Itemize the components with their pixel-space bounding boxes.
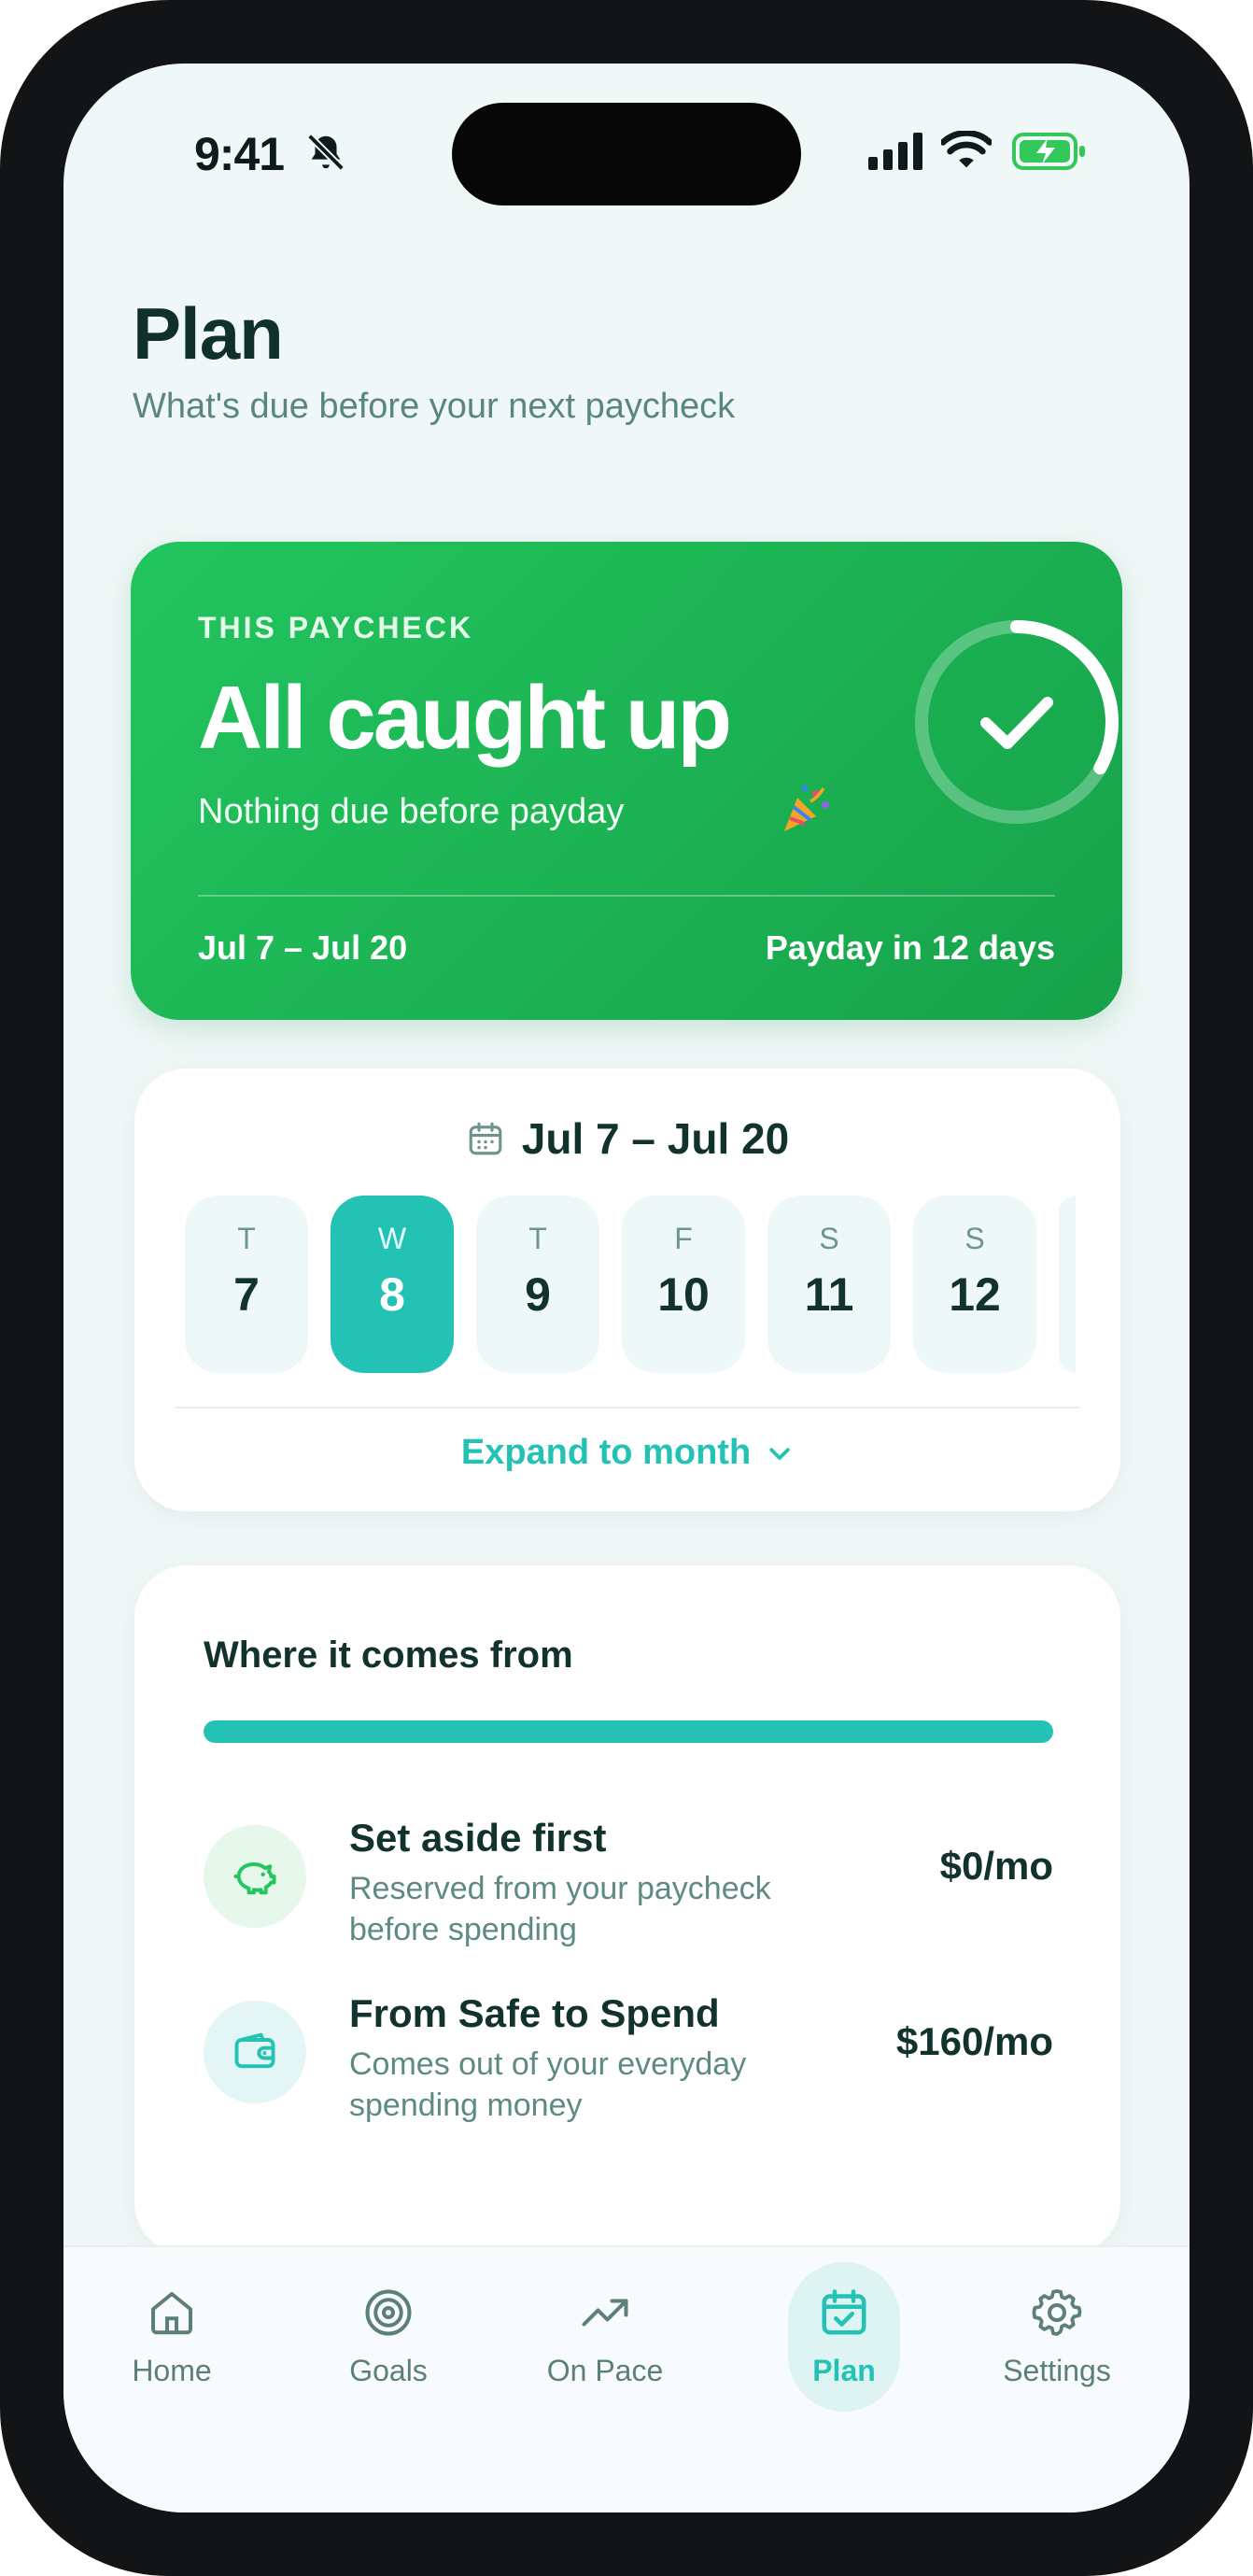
status-time: 9:41: [194, 128, 285, 180]
day-number: 7: [233, 1268, 260, 1321]
paycheck-eyebrow: THIS PAYCHECK: [198, 611, 474, 644]
hero-divider: [198, 895, 1055, 897]
funding-row-description: Comes out of your everyday spending mone…: [349, 2046, 747, 2123]
page-title: Plan: [133, 292, 284, 375]
day-chip-selected[interactable]: W 8: [331, 1196, 454, 1373]
party-popper-icon: [784, 785, 829, 831]
funding-row-safe-to-spend[interactable]: From Safe to Spend Comes out of your eve…: [204, 1991, 1053, 2141]
tab-label: Home: [132, 2354, 212, 2387]
tab-label: Settings: [1003, 2354, 1111, 2387]
day-number: 10: [657, 1268, 710, 1321]
tab-settings[interactable]: Settings: [973, 2247, 1141, 2406]
calendar-range: Jul 7 – Jul 20: [521, 1114, 790, 1163]
paycheck-status-card[interactable]: THIS PAYCHECK All caught up Nothing due …: [131, 542, 1122, 1020]
dynamic-island: [452, 103, 801, 205]
tab-label: Plan: [812, 2354, 876, 2387]
trend-up-icon: [582, 2299, 628, 2327]
screen: 9:41 Plan What's due before your next pa…: [63, 64, 1190, 2512]
day-chip[interactable]: S 11: [767, 1196, 891, 1373]
gear-icon: [1032, 2289, 1082, 2336]
funding-row-name: From Safe to Spend: [349, 1991, 720, 2035]
day-chip[interactable]: F 10: [622, 1196, 745, 1373]
day-chip[interactable]: T 9: [476, 1196, 599, 1373]
calendar-check-icon: [822, 2289, 866, 2335]
day-of-week: T: [237, 1222, 256, 1255]
day-of-week: F: [674, 1222, 693, 1255]
funding-row-description: Reserved from your paycheck before spend…: [349, 1871, 771, 1947]
day-number: 12: [949, 1268, 1001, 1321]
paycheck-progress-ring: [915, 620, 1119, 824]
chevron-down-icon: [769, 1447, 790, 1460]
page-subtitle: What's due before your next paycheck: [133, 387, 736, 426]
day-of-week: S: [964, 1222, 985, 1255]
wallet-icon: [204, 2001, 306, 2103]
day-strip[interactable]: T 7 W 8 T 9 F 10 S 11 S 12: [185, 1196, 1076, 1373]
tab-goals[interactable]: Goals: [304, 2247, 472, 2406]
tab-bar: Home Goals On Pace Plan Settings: [63, 2245, 1190, 2512]
funding-source-bar: [204, 1720, 1053, 1743]
funding-row-amount: $160/mo: [895, 2019, 1053, 2063]
battery-charging-icon: [1012, 133, 1085, 170]
day-number: 11: [804, 1268, 854, 1321]
calendar-header: Jul 7 – Jul 20: [134, 1113, 1120, 1164]
funding-row-set-aside[interactable]: Set aside first Reserved from your paych…: [204, 1816, 1053, 1965]
funding-source-bar-fill: [204, 1720, 1053, 1743]
piggy-bank-icon: [204, 1825, 306, 1928]
phone-frame: 9:41 Plan What's due before your next pa…: [0, 0, 1253, 2576]
funding-row-name: Set aside first: [349, 1816, 607, 1860]
day-chip[interactable]: S 12: [913, 1196, 1036, 1373]
funding-row-amount: $0/mo: [939, 1844, 1053, 1888]
expand-to-month-button[interactable]: Expand to month: [134, 1433, 1120, 1473]
day-chip[interactable]: T 7: [185, 1196, 308, 1373]
calendar-icon: [469, 1122, 502, 1155]
day-of-week: S: [819, 1222, 839, 1255]
tab-plan[interactable]: Plan: [760, 2247, 928, 2406]
calendar-divider: [176, 1407, 1079, 1408]
paycheck-date-range: Jul 7 – Jul 20: [198, 928, 408, 967]
tab-label: On Pace: [546, 2354, 664, 2387]
check-icon: [980, 697, 1053, 749]
wifi-icon: [941, 131, 992, 168]
day-number: 9: [525, 1268, 551, 1321]
payday-countdown: Payday in 12 days: [765, 928, 1055, 967]
day-number: 8: [379, 1268, 405, 1321]
tab-home[interactable]: Home: [88, 2247, 256, 2406]
home-icon: [151, 2292, 192, 2335]
tab-label: Goals: [349, 2354, 428, 2387]
funding-source-card: Where it comes from Set aside first Rese…: [134, 1565, 1120, 2255]
paycheck-status-title: All caught up: [198, 668, 732, 768]
target-icon: [365, 2289, 412, 2336]
day-chip-partial[interactable]: [1059, 1196, 1076, 1373]
paycheck-status-subtitle: Nothing due before payday: [198, 792, 625, 831]
calendar-card: Jul 7 – Jul 20 T 7 W 8 T 9 F 10 S 11 S 1…: [134, 1069, 1120, 1511]
tab-on-pace[interactable]: On Pace: [521, 2247, 689, 2406]
day-of-week: T: [528, 1222, 547, 1255]
expand-to-month-label: Expand to month: [460, 1433, 752, 1472]
cellular-signal-icon: [868, 133, 922, 170]
day-of-week: W: [377, 1222, 407, 1255]
bell-muted-icon: [307, 134, 345, 171]
funding-source-title: Where it comes from: [204, 1635, 573, 1676]
